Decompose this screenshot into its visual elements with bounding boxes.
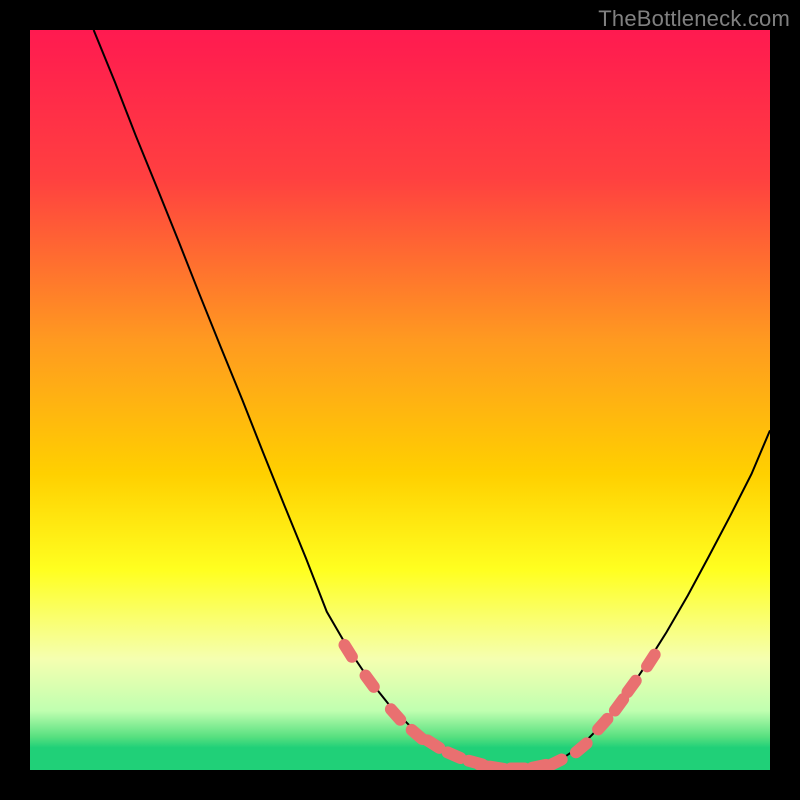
outer-border bbox=[0, 0, 30, 800]
watermark-text: TheBottleneck.com bbox=[598, 6, 790, 32]
outer-border bbox=[770, 0, 800, 800]
gradient-background bbox=[30, 30, 770, 770]
outer-border bbox=[0, 770, 800, 800]
chart-container: TheBottleneck.com bbox=[0, 0, 800, 800]
bottleneck-curve-chart bbox=[0, 0, 800, 800]
